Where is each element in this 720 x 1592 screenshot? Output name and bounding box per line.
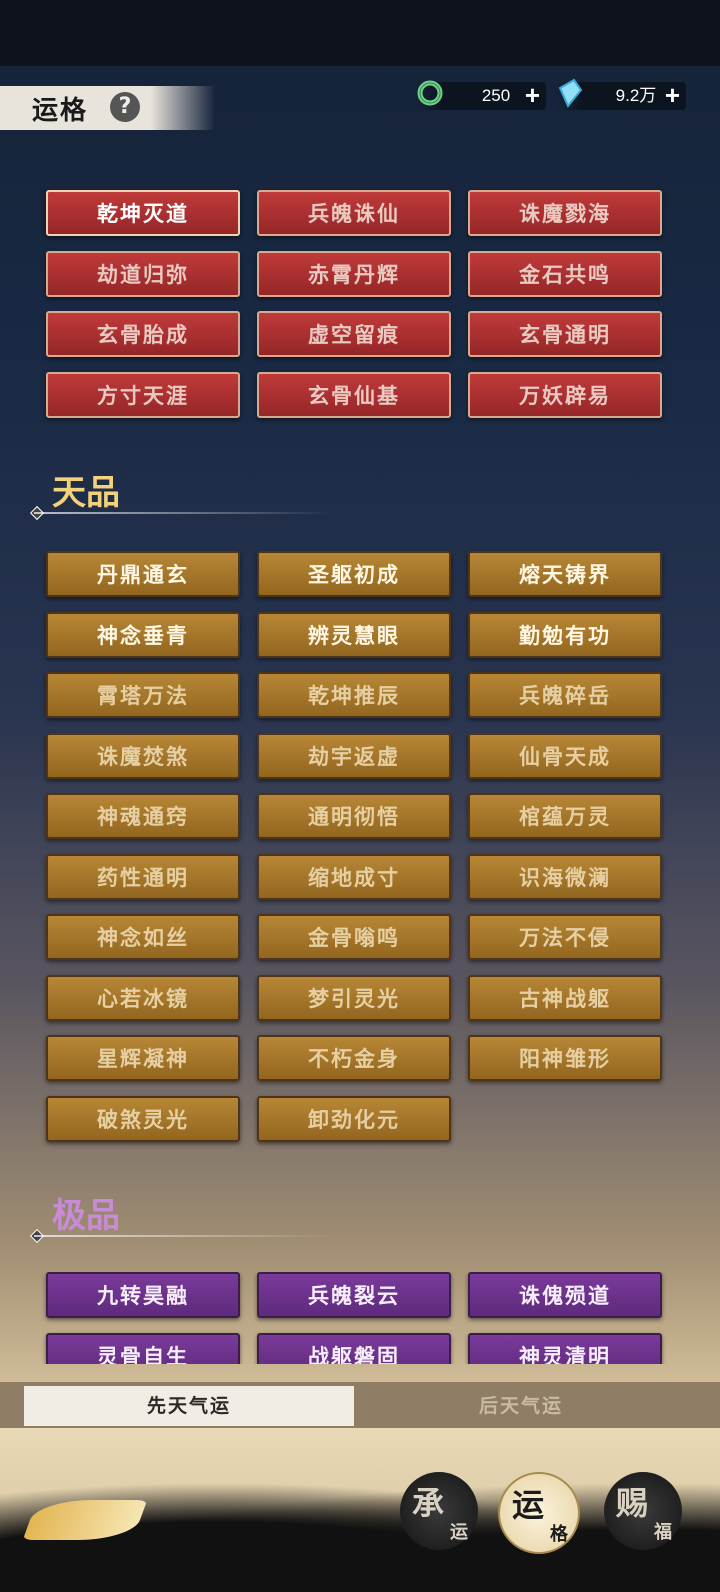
jipin-viewport: 九转昊融 兵魄裂云 诛傀殒道灵骨自生 战躯磐固 神灵清明: [0, 1272, 720, 1364]
talent-item[interactable]: 方寸天涯: [46, 371, 240, 418]
talent-item[interactable]: 诛魔焚煞: [46, 732, 240, 779]
talent-item[interactable]: 乾坤灭道: [46, 190, 240, 236]
nav-chengyun-button[interactable]: 承 运: [400, 1472, 478, 1550]
talent-item[interactable]: 玄骨仙基: [257, 371, 451, 418]
nav-label: 承: [412, 1484, 445, 1522]
add-jade-button[interactable]: +: [525, 81, 540, 109]
talent-item[interactable]: 丹鼎通玄: [46, 551, 240, 597]
talent-item[interactable]: 心若冰镜: [46, 974, 240, 1021]
fortune-tab-bar: 先天气运 后天气运: [0, 1382, 720, 1428]
talent-item[interactable]: 勤勉有功: [468, 611, 662, 658]
talent-item[interactable]: 圣躯初成: [257, 551, 451, 597]
crystal-icon: [556, 78, 584, 108]
talent-item[interactable]: 梦引灵光: [257, 974, 451, 1021]
section-title-tianpin: 天品: [52, 473, 120, 513]
talent-item[interactable]: 兵魄碎岳: [468, 672, 662, 718]
talent-item[interactable]: 不朽金身: [257, 1035, 451, 1081]
talent-item[interactable]: 古神战躯: [468, 974, 662, 1021]
talent-item[interactable]: 神灵清明: [468, 1332, 662, 1364]
talent-item[interactable]: 诛傀殒道: [468, 1272, 662, 1318]
talent-item[interactable]: 劫宇返虚: [257, 732, 451, 779]
talent-item[interactable]: 劫道归弥: [46, 250, 240, 297]
nav-cifu-button[interactable]: 赐 福: [604, 1472, 682, 1550]
talent-item[interactable]: 熔天铸界: [468, 551, 662, 597]
nav-sublabel: 运: [450, 1522, 468, 1543]
talent-item[interactable]: 阳神雏形: [468, 1035, 662, 1081]
jade-ring-icon: [416, 78, 444, 108]
section-divider: [34, 1235, 334, 1237]
talent-item[interactable]: 兵魄裂云: [257, 1272, 451, 1318]
tab-acquired-fortune[interactable]: 后天气运: [356, 1386, 686, 1426]
talent-item[interactable]: 九转昊融: [46, 1272, 240, 1318]
talent-item[interactable]: 神念如丝: [46, 914, 240, 960]
nav-sublabel: 格: [550, 1524, 568, 1545]
nav-yunge-button[interactable]: 运 格: [498, 1472, 580, 1554]
talent-item[interactable]: 灵骨自生: [46, 1332, 240, 1364]
talent-item[interactable]: 神魂通窍: [46, 793, 240, 839]
talent-item[interactable]: 兵魄诛仙: [257, 190, 451, 236]
talent-item[interactable]: 星辉凝神: [46, 1035, 240, 1081]
talent-item[interactable]: 虚空留痕: [257, 311, 451, 357]
section-divider: [34, 512, 334, 514]
nav-label: 赐: [616, 1484, 649, 1522]
help-icon[interactable]: ?: [110, 92, 140, 122]
talent-item[interactable]: 诛魔戮海: [468, 190, 662, 236]
talent-item[interactable]: 乾坤推辰: [257, 672, 451, 718]
talent-item[interactable]: 玄骨通明: [468, 311, 662, 357]
talent-item[interactable]: 破煞灵光: [46, 1095, 240, 1142]
talent-item[interactable]: 金骨嗡鸣: [257, 914, 451, 960]
talent-item[interactable]: 金石共鸣: [468, 250, 662, 297]
talent-item[interactable]: 辨灵慧眼: [257, 611, 451, 658]
talent-item[interactable]: 万妖辟易: [468, 371, 662, 418]
talent-item[interactable]: 药性通明: [46, 853, 240, 900]
talent-item[interactable]: 识海微澜: [468, 853, 662, 900]
talent-item[interactable]: 神念垂青: [46, 611, 240, 658]
nav-sublabel: 福: [654, 1522, 672, 1543]
tab-innate-fortune[interactable]: 先天气运: [24, 1386, 354, 1426]
add-crystal-button[interactable]: +: [665, 81, 680, 109]
page-title: 运格: [32, 96, 89, 126]
talent-item[interactable]: 赤霄丹辉: [257, 250, 451, 297]
talent-item[interactable]: 卸劲化元: [257, 1095, 451, 1142]
talent-item[interactable]: 战躯磐固: [257, 1332, 451, 1364]
talent-item[interactable]: 棺蕴万灵: [468, 793, 662, 839]
jade-resource: 250 +: [416, 80, 546, 110]
talent-item[interactable]: 万法不侵: [468, 914, 662, 960]
talent-item[interactable]: 通明彻悟: [257, 793, 451, 839]
section-title-jipin: 极品: [52, 1196, 120, 1236]
talent-item[interactable]: 霄塔万法: [46, 672, 240, 718]
status-bar: [0, 0, 720, 66]
talent-item[interactable]: 玄骨胎成: [46, 311, 240, 357]
talent-item[interactable]: 仙骨天成: [468, 732, 662, 779]
talent-item[interactable]: 缩地成寸: [257, 853, 451, 900]
nav-label: 运: [512, 1486, 545, 1524]
crystal-resource: 9.2万 +: [556, 78, 686, 110]
